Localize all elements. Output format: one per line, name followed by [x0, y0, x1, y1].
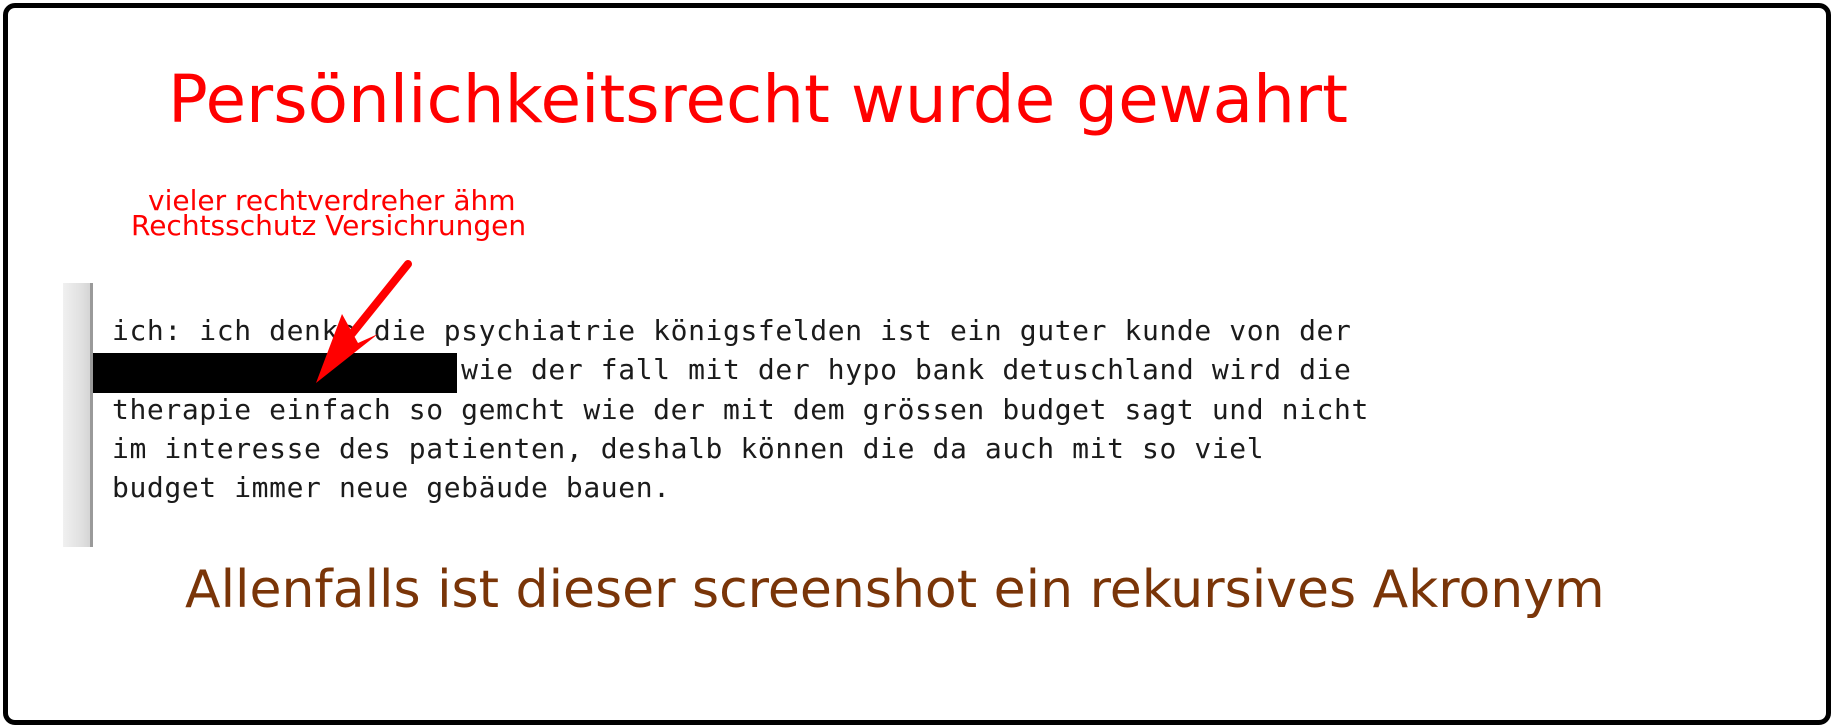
- page-title: Persönlichkeitsrecht wurde gewahrt: [168, 61, 1348, 138]
- quote-bar: [63, 283, 93, 547]
- quote-line-4: im interesse des patienten, deshalb könn…: [112, 431, 1265, 465]
- quote-line-1: ich: ich denke die psychiatrie königsfel…: [112, 314, 1352, 347]
- quote-line-3: therapie einfach so gemcht wie der mit d…: [112, 392, 1369, 426]
- footer-caption: Allenfalls ist dieser screenshot ein rek…: [185, 560, 1605, 620]
- annotation-line-2: Rechtsschutz Versichrungen: [131, 209, 527, 242]
- quote-line-5: budget immer neue gebäude bauen.: [112, 471, 671, 505]
- quoted-message: ich: ich denke die psychiatrie königsfel…: [112, 311, 1369, 507]
- redaction-bar: [93, 353, 457, 393]
